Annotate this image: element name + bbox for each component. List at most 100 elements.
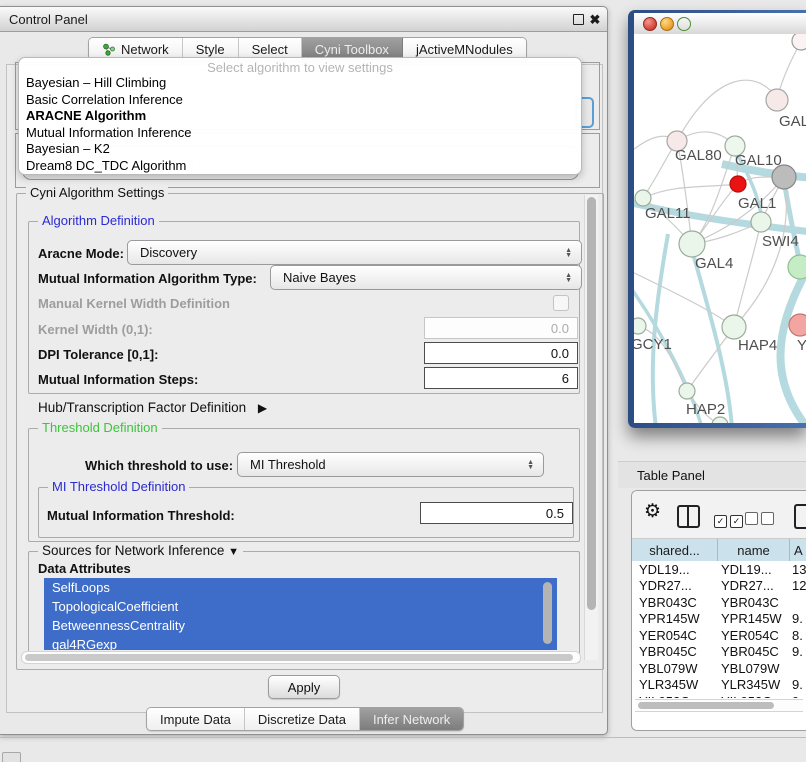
network-canvas-container: GAL GAL80 GAL10 GAL1 SWI4 GAL11 GAL4 GCY… xyxy=(634,13,806,423)
node-label: SWI4 xyxy=(762,233,799,250)
network-node[interactable] xyxy=(635,190,651,206)
table-panel-window: ⚙ ✓✓ shared... name A YDL19...YDL19...13… xyxy=(631,490,806,731)
table-row[interactable]: YIL052CYIL052C9. xyxy=(632,693,806,698)
table-row[interactable]: YBL079WYBL079W xyxy=(632,660,806,677)
mi-steps-input[interactable]: 6 xyxy=(424,367,578,389)
column-header[interactable]: A xyxy=(790,539,806,561)
tab-impute-data[interactable]: Impute Data xyxy=(147,708,245,730)
list-item[interactable]: TopologicalCoefficient xyxy=(44,597,557,616)
list-item[interactable]: SelfLoops xyxy=(44,578,557,597)
dropdown-item[interactable]: Mutual Information Inference xyxy=(26,125,191,140)
mi-steps-label: Mutual Information Steps: xyxy=(38,372,198,387)
expanded-arrow-icon: ▼ xyxy=(228,546,239,558)
which-threshold-combo[interactable]: MI Threshold ▲▼ xyxy=(237,452,544,477)
table-panel-titlebar: Table Panel xyxy=(618,461,806,488)
table-row[interactable]: YBR045CYBR045C9. xyxy=(632,644,806,661)
close-icon[interactable]: ✖ xyxy=(588,12,602,26)
settings-vertical-scrollbar[interactable] xyxy=(584,195,598,660)
float-window-icon[interactable] xyxy=(571,12,585,26)
which-threshold-value: MI Threshold xyxy=(250,457,326,472)
bottom-divider xyxy=(0,737,806,738)
network-node[interactable] xyxy=(792,34,806,50)
network-node[interactable] xyxy=(679,231,705,257)
mi-threshold-title: MI Threshold Definition xyxy=(48,479,189,494)
mi-type-combo[interactable]: Naive Bayes ▲▼ xyxy=(270,265,582,290)
mi-threshold-value: 0.5 xyxy=(546,506,564,521)
network-node-selected[interactable] xyxy=(730,176,746,192)
hub-definition-label: Hub/Transcription Factor Definition xyxy=(38,400,246,415)
table-body: YDL19...YDL19...13 YDR27...YDR27...12 YB… xyxy=(632,561,806,698)
mi-threshold-label: Mutual Information Threshold: xyxy=(47,508,235,523)
table-row[interactable]: YLR345WYLR345W9. xyxy=(632,677,806,694)
table-row[interactable]: YDL19...YDL19...13 xyxy=(632,561,806,578)
column-layout-icon[interactable] xyxy=(677,505,700,528)
sources-title-toggle[interactable]: Sources for Network Inference ▼ xyxy=(38,543,243,558)
settings-vertical-scrollbar-thumb[interactable] xyxy=(587,197,596,610)
column-header[interactable]: shared... xyxy=(632,539,718,561)
table-header-row: shared... name A xyxy=(632,539,806,562)
table-row[interactable]: YBR043CYBR043C xyxy=(632,594,806,611)
hub-definition-toggle[interactable]: Hub/Transcription Factor Definition ▶ xyxy=(38,400,267,415)
table-row[interactable]: YPR145WYPR145W9. xyxy=(632,611,806,628)
mi-threshold-input[interactable]: 0.5 xyxy=(420,502,573,524)
group-title: Cyni Algorithm Settings xyxy=(26,185,168,200)
network-node[interactable] xyxy=(722,315,746,339)
network-graph[interactable]: GAL GAL80 GAL10 GAL1 SWI4 GAL11 GAL4 GCY… xyxy=(634,34,806,423)
table-row[interactable]: YDR27...YDR27...12 xyxy=(632,578,806,595)
which-threshold-label: Which threshold to use: xyxy=(85,458,233,473)
network-node[interactable] xyxy=(679,383,695,399)
table-horizontal-scrollbar-thumb[interactable] xyxy=(638,702,774,709)
network-node[interactable] xyxy=(788,255,806,279)
settings-horizontal-scrollbar[interactable] xyxy=(21,651,581,664)
cyni-bottom-tabs: Impute Data Discretize Data Infer Networ… xyxy=(146,707,464,731)
panel-title: Control Panel xyxy=(9,12,88,27)
settings-horizontal-scrollbar-thumb[interactable] xyxy=(25,654,573,661)
control-panel-titlebar: Control Panel ✖ xyxy=(0,7,607,32)
algorithm-dropdown-popup: Select algorithm to view settings Bayesi… xyxy=(18,57,582,175)
apply-button[interactable]: Apply xyxy=(268,675,340,699)
dropdown-item[interactable]: Bayesian – Hill Climbing xyxy=(26,75,166,90)
list-item[interactable]: BetweennessCentrality xyxy=(44,616,557,635)
network-node[interactable] xyxy=(751,212,771,232)
export-table-icon[interactable] xyxy=(794,504,806,529)
mi-steps-value: 6 xyxy=(562,371,569,386)
network-node[interactable] xyxy=(789,314,806,336)
list-scrollbar-thumb[interactable] xyxy=(543,582,552,644)
tab-discretize-data[interactable]: Discretize Data xyxy=(245,708,360,730)
node-label: GAL10 xyxy=(735,152,782,169)
mi-type-label: Mutual Information Algorithm Type: xyxy=(38,271,257,286)
mac-minimize-icon[interactable] xyxy=(660,17,674,31)
show-columns-icon[interactable]: ✓✓ xyxy=(714,512,743,528)
dropdown-item-highlighted[interactable]: ARACNE Algorithm xyxy=(26,108,146,123)
node-label: GAL4 xyxy=(695,255,733,272)
manual-kernel-checkbox[interactable] xyxy=(553,295,569,311)
kernel-width-label: Kernel Width (0,1): xyxy=(38,322,153,337)
network-window-titlebar[interactable] xyxy=(634,13,806,34)
combo-stepper-icon: ▲▼ xyxy=(527,453,534,476)
table-row[interactable]: YER054CYER054C8. xyxy=(632,627,806,644)
dropdown-item[interactable]: Basic Correlation Inference xyxy=(26,92,183,107)
application-background: Control Panel ✖ Network Style Select Cyn… xyxy=(0,0,806,762)
node-label: GAL80 xyxy=(675,147,722,164)
list-item[interactable]: gal4RGexp xyxy=(44,635,557,650)
mac-zoom-icon[interactable] xyxy=(677,17,691,31)
column-header[interactable]: name xyxy=(718,539,790,561)
network-node[interactable] xyxy=(766,89,788,111)
gear-icon[interactable]: ⚙ xyxy=(644,500,661,523)
combo-stepper-icon: ▲▼ xyxy=(565,266,572,289)
aracne-mode-combo[interactable]: Discovery ▲▼ xyxy=(127,240,582,265)
tab-infer-network[interactable]: Infer Network xyxy=(360,708,463,730)
node-label: HAP4 xyxy=(738,337,777,354)
hide-columns-icon[interactable] xyxy=(745,512,774,528)
mac-close-icon[interactable] xyxy=(643,17,657,31)
node-label: GCY1 xyxy=(634,336,672,353)
data-attributes-list[interactable]: SelfLoops TopologicalCoefficient Between… xyxy=(44,578,557,650)
dpi-tolerance-input[interactable]: 0.0 xyxy=(424,342,578,364)
network-node[interactable] xyxy=(634,318,646,334)
table-horizontal-scrollbar[interactable] xyxy=(635,699,803,712)
dropdown-item[interactable]: Bayesian – K2 xyxy=(26,141,110,156)
dpi-tolerance-label: DPI Tolerance [0,1]: xyxy=(38,347,158,362)
dropdown-item[interactable]: Dream8 DC_TDC Algorithm xyxy=(26,158,186,173)
kernel-width-input[interactable]: 0.0 xyxy=(424,317,578,339)
minimized-panel-button[interactable] xyxy=(2,752,21,762)
